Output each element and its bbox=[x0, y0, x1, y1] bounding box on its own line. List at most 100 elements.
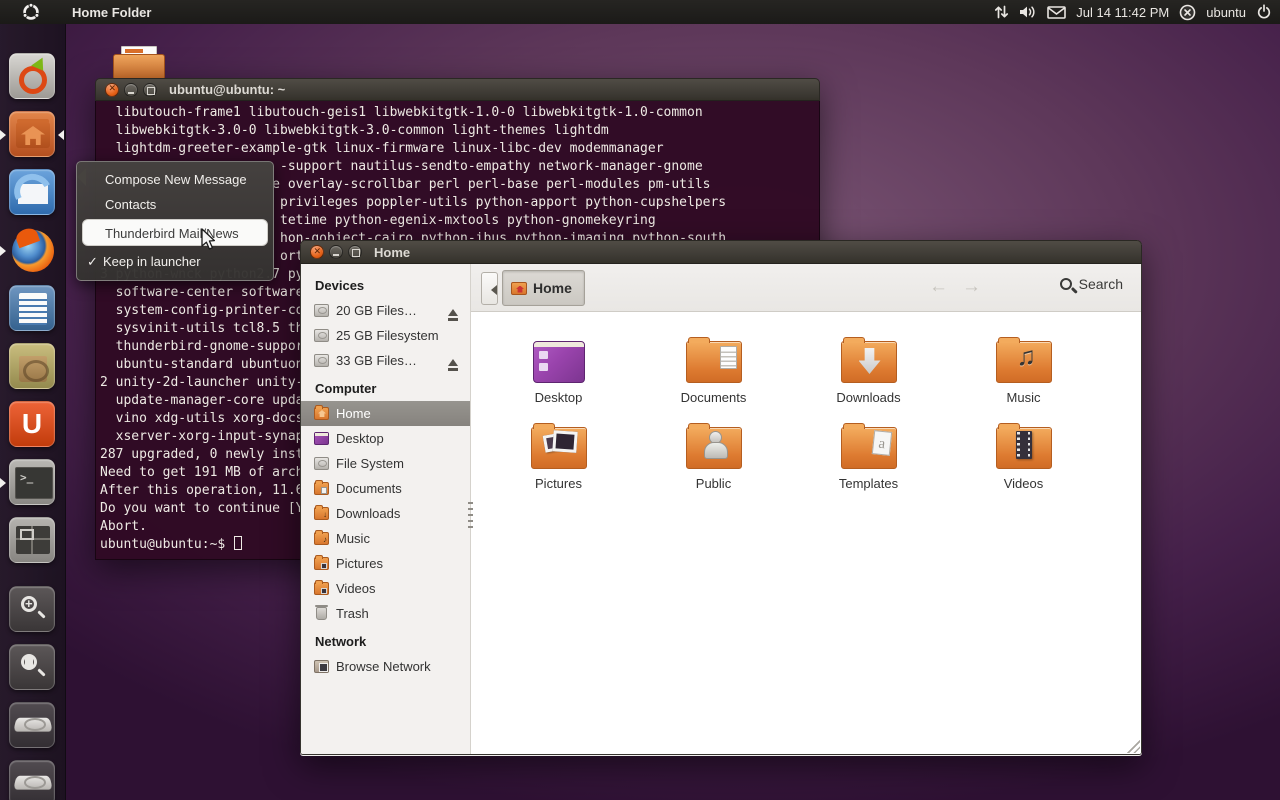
sidebar-item-20gb-filesystem[interactable]: 20 GB Files… bbox=[301, 298, 470, 323]
unity-launcher: U >_ + bbox=[0, 24, 66, 800]
running-pip-icon bbox=[0, 130, 11, 140]
menu-item-compose-new-message[interactable]: Compose New Message bbox=[77, 167, 273, 192]
file-public[interactable]: Public bbox=[636, 421, 791, 491]
desktop-icon bbox=[314, 432, 329, 445]
file-pictures[interactable]: Pictures bbox=[481, 421, 636, 491]
mail-indicator-icon[interactable] bbox=[1047, 5, 1066, 20]
menu-item-thunderbird-mail-news[interactable]: Thunderbird Mail/News bbox=[82, 219, 268, 246]
sidebar-item-25gb-filesystem[interactable]: 25 GB Filesystem bbox=[301, 323, 470, 348]
file-manager-window: Home Devices 20 GB Files… 25 GB Filesyst… bbox=[300, 240, 1142, 756]
volume-indicator-icon[interactable] bbox=[1019, 4, 1037, 20]
eject-icon[interactable] bbox=[448, 304, 458, 316]
mouse-cursor bbox=[201, 228, 219, 252]
sidebar-item-desktop[interactable]: Desktop bbox=[301, 426, 470, 451]
search-icon bbox=[1060, 278, 1072, 290]
sidebar-item-file-system[interactable]: File System bbox=[301, 451, 470, 476]
menu-item-contacts[interactable]: Contacts bbox=[77, 192, 273, 217]
launcher-item-search-files-lens[interactable] bbox=[9, 644, 55, 690]
file-downloads[interactable]: Downloads bbox=[791, 335, 946, 405]
places-sidebar: Devices 20 GB Files… 25 GB Filesystem 33… bbox=[301, 264, 471, 754]
sidebar-item-videos[interactable]: Videos bbox=[301, 576, 470, 601]
session-status-icon[interactable] bbox=[1179, 4, 1196, 21]
launcher-item-libreoffice-writer[interactable] bbox=[9, 285, 55, 331]
trash-icon bbox=[316, 607, 327, 620]
drive-icon bbox=[314, 329, 329, 342]
terminal-prompt-glyph: >_ bbox=[20, 471, 33, 484]
ubuntu-logo-icon bbox=[22, 3, 40, 21]
terminal-line: libwebkitgtk-3.0-0 libwebkitgtk-3.0-comm… bbox=[100, 122, 819, 140]
music-folder-icon: ♫ bbox=[996, 341, 1052, 383]
clock[interactable]: Jul 14 11:42 PM bbox=[1076, 5, 1169, 20]
checkmark-icon: ✓ bbox=[87, 249, 103, 274]
sidebar-item-documents[interactable]: Documents bbox=[301, 476, 470, 501]
power-icon[interactable] bbox=[1256, 4, 1272, 20]
launcher-item-workspace-switcher[interactable] bbox=[9, 517, 55, 563]
terminal-titlebar[interactable]: ubuntu@ubuntu: ~ bbox=[95, 78, 820, 101]
templates-folder-icon: a bbox=[841, 427, 897, 469]
launcher-item-disk-drive[interactable] bbox=[9, 760, 55, 800]
home-folder-icon bbox=[511, 282, 527, 295]
documents-folder-icon bbox=[314, 482, 329, 495]
sidebar-item-pictures[interactable]: Pictures bbox=[301, 551, 470, 576]
sidebar-item-home[interactable]: Home bbox=[301, 401, 470, 426]
music-folder-icon: ♪ bbox=[314, 532, 329, 545]
launcher-item-ubuntu-installer[interactable] bbox=[9, 53, 55, 99]
close-button[interactable] bbox=[310, 245, 324, 259]
forward-button[interactable]: → bbox=[962, 277, 981, 297]
sidebar-item-trash[interactable]: Trash bbox=[301, 601, 470, 626]
sidebar-item-33gb-filesystem[interactable]: 33 GB Files… bbox=[301, 348, 470, 373]
pane-resize-handle[interactable] bbox=[468, 502, 473, 528]
file-videos[interactable]: Videos bbox=[946, 421, 1101, 491]
launcher-item-disk-drive[interactable] bbox=[9, 702, 55, 748]
videos-folder-icon bbox=[314, 582, 329, 595]
eject-icon[interactable] bbox=[448, 354, 458, 366]
file-icon bbox=[25, 657, 33, 667]
file-music[interactable]: ♫ Music bbox=[946, 335, 1101, 405]
drive-icon bbox=[314, 457, 329, 470]
launcher-item-firefox[interactable] bbox=[9, 227, 55, 273]
file-desktop[interactable]: Desktop bbox=[481, 335, 636, 405]
path-scroll-left-button[interactable] bbox=[481, 272, 498, 305]
window-title: Home bbox=[374, 245, 410, 260]
downloads-folder-icon: ↓ bbox=[314, 507, 329, 520]
sidebar-header-network: Network bbox=[301, 626, 470, 654]
sidebar-item-downloads[interactable]: ↓ Downloads bbox=[301, 501, 470, 526]
file-manager-titlebar[interactable]: Home bbox=[300, 240, 1142, 264]
minimize-button[interactable] bbox=[124, 83, 138, 97]
network-indicator-icon[interactable] bbox=[994, 4, 1009, 20]
home-folder-icon bbox=[314, 407, 329, 420]
breadcrumb-home-button[interactable]: Home bbox=[502, 270, 585, 306]
back-button[interactable]: ← bbox=[929, 277, 948, 297]
minimize-button[interactable] bbox=[329, 245, 343, 259]
drive-icon bbox=[314, 354, 329, 367]
user-menu[interactable]: ubuntu bbox=[1206, 5, 1246, 20]
launcher-item-terminal[interactable]: >_ bbox=[9, 459, 55, 505]
file-documents[interactable]: Documents bbox=[636, 335, 791, 405]
terminal-line: lightdm-greeter-example-gtk linux-firmwa… bbox=[100, 140, 819, 158]
videos-folder-icon bbox=[996, 427, 1052, 469]
launcher-item-home-folder[interactable] bbox=[9, 111, 55, 157]
maximize-button[interactable] bbox=[348, 245, 362, 259]
menu-item-keep-in-launcher[interactable]: ✓Keep in launcher bbox=[77, 249, 273, 274]
terminal-title: ubuntu@ubuntu: ~ bbox=[169, 82, 285, 97]
close-button[interactable] bbox=[105, 83, 119, 97]
pictures-folder-icon bbox=[314, 557, 329, 570]
focused-pip-icon bbox=[53, 130, 64, 140]
files-view[interactable]: Desktop Documents Downloads ♫ Music Pict… bbox=[471, 313, 1141, 754]
pictures-folder-icon bbox=[531, 427, 587, 469]
desktop-folder-icon[interactable] bbox=[113, 46, 165, 80]
launcher-item-ubuntu-one[interactable]: U bbox=[9, 401, 55, 447]
sidebar-header-devices: Devices bbox=[301, 270, 470, 298]
maximize-button[interactable] bbox=[143, 83, 157, 97]
search-button[interactable]: Search bbox=[1060, 276, 1123, 292]
sidebar-item-browse-network[interactable]: Browse Network bbox=[301, 654, 470, 679]
terminal-cursor bbox=[234, 536, 242, 550]
terminal-line: libutouch-frame1 libutouch-geis1 libwebk… bbox=[100, 104, 819, 122]
sidebar-item-music[interactable]: ♪ Music bbox=[301, 526, 470, 551]
file-templates[interactable]: a Templates bbox=[791, 421, 946, 491]
launcher-item-software-center[interactable] bbox=[9, 343, 55, 389]
launcher-item-search-apps-lens[interactable]: + bbox=[9, 586, 55, 632]
running-pip-icon bbox=[0, 246, 11, 256]
launcher-item-thunderbird[interactable] bbox=[9, 169, 55, 215]
network-folder-icon bbox=[314, 660, 329, 673]
